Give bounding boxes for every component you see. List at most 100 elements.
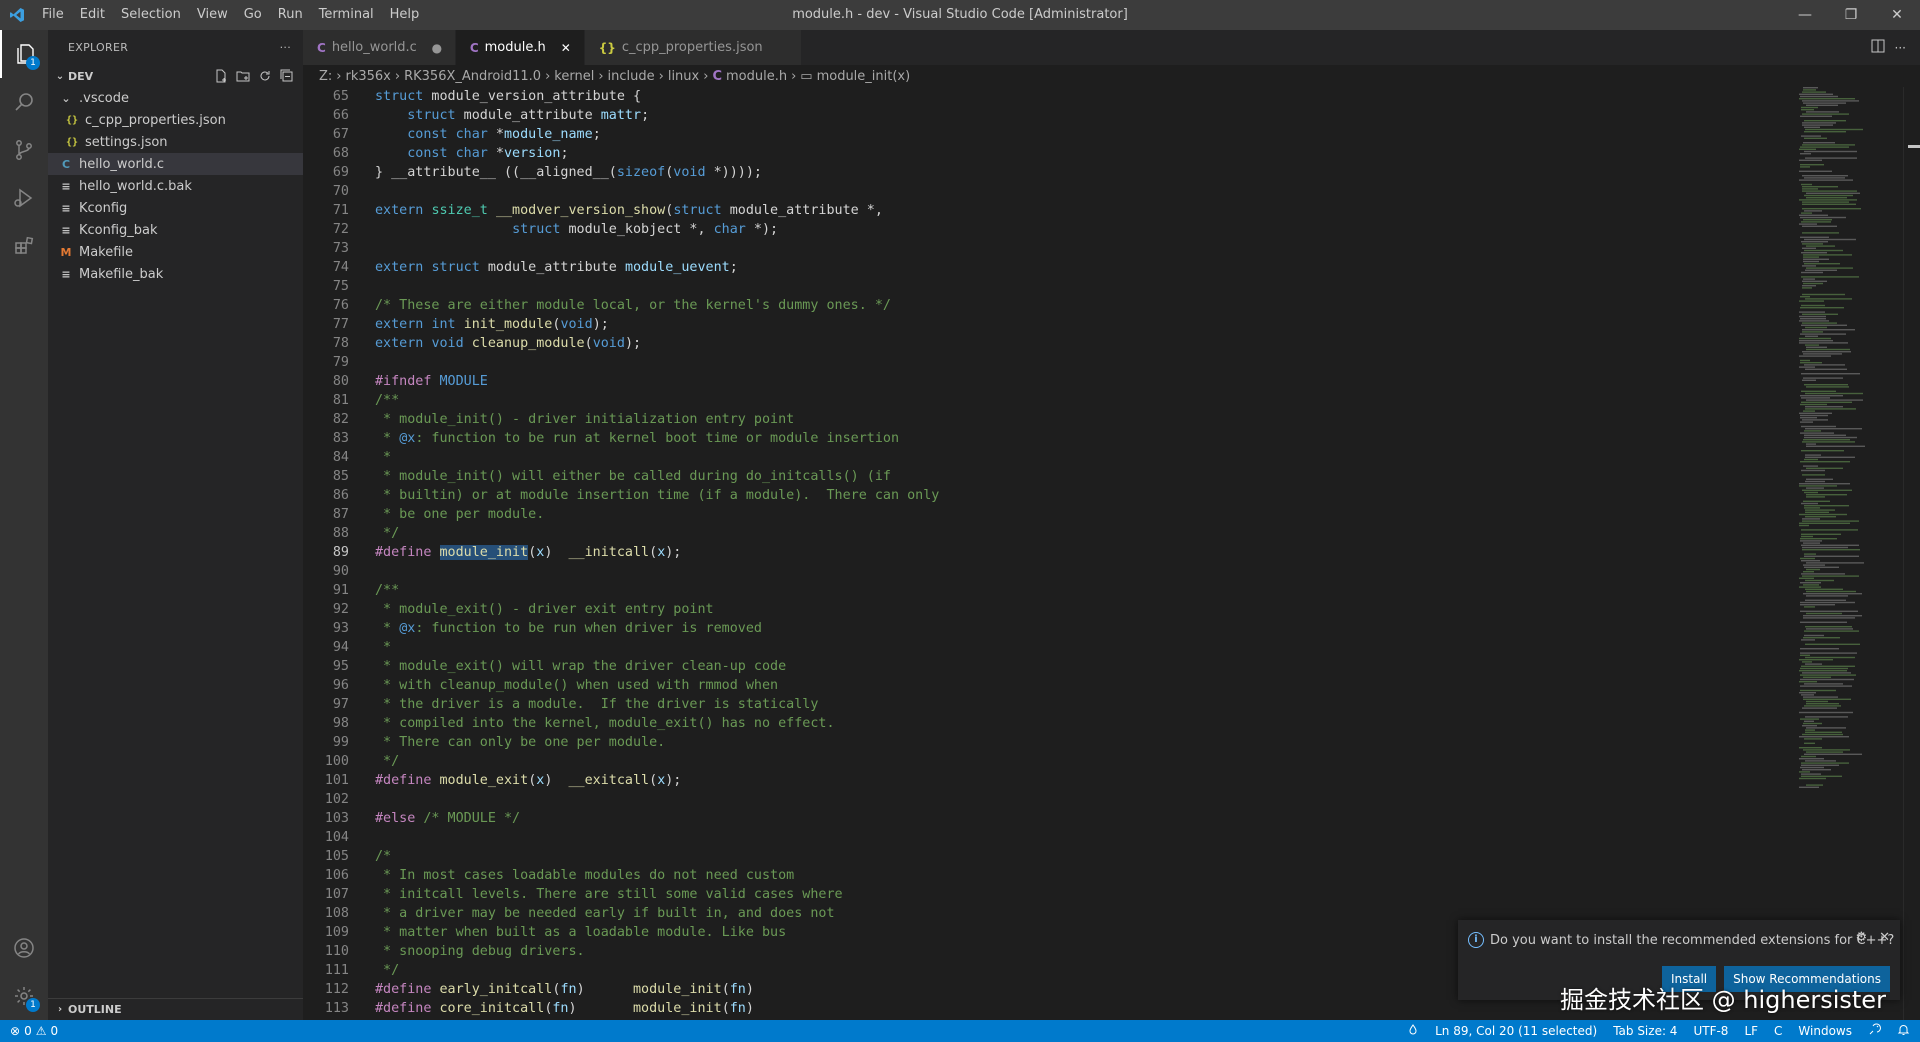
minimap-line [1804, 505, 1849, 507]
manage-gear-icon[interactable]: 1 [0, 972, 48, 1020]
code-token: ) [544, 773, 569, 788]
line-number: 89 [332, 545, 349, 560]
code-token: struct [375, 89, 424, 104]
minimap-line [1803, 564, 1825, 566]
feedback-icon[interactable] [1868, 1023, 1881, 1039]
close-window-button[interactable]: ✕ [1874, 0, 1920, 30]
line-number: 75 [332, 279, 349, 294]
extensions-icon[interactable] [0, 222, 48, 270]
menu-terminal[interactable]: Terminal [311, 0, 382, 30]
code-text: * @x: function to be run when driver is … [349, 621, 762, 636]
tab-size[interactable]: Tab Size: 4 [1613, 1024, 1677, 1038]
tree-item[interactable]: {} c_cpp_properties.json [48, 109, 303, 131]
account-icon[interactable] [0, 924, 48, 972]
minimap-line [1802, 280, 1827, 282]
tab-module-h[interactable]: Cmodule.h ✕ [455, 30, 585, 65]
breadcrumb-item[interactable]: include [608, 69, 655, 84]
code-token: init_module [463, 317, 553, 332]
restore-button[interactable]: ❐ [1828, 0, 1874, 30]
menu-go[interactable]: Go [236, 0, 270, 30]
new-file-icon[interactable] [213, 68, 229, 84]
code-token: early_initcall [439, 982, 553, 997]
platform[interactable]: Windows [1798, 1024, 1852, 1038]
minimap-line [1801, 373, 1860, 375]
problems-indicator[interactable]: ⊗ 0 ⚠ 0 [0, 1024, 58, 1038]
editor-scrollbar[interactable] [1903, 87, 1920, 1020]
code-line: 86 * builtin) or at module insertion tim… [303, 486, 1793, 505]
code-token: #ifndef [375, 374, 432, 389]
minimap-line [1801, 764, 1839, 766]
menu-help[interactable]: Help [382, 0, 428, 30]
code-editor[interactable]: 65 struct module_version_attribute {66 st… [303, 87, 1793, 1020]
minimap-line [1805, 626, 1852, 628]
notifications-bell-icon[interactable] [1897, 1023, 1910, 1039]
split-editor-icon[interactable] [1871, 39, 1885, 57]
minimap-line [1803, 254, 1852, 256]
run-debug-icon[interactable] [0, 174, 48, 222]
minimap-line [1802, 201, 1849, 203]
tab-c-cpp-properties-json[interactable]: {} c_cpp_properties.json [584, 30, 802, 65]
collapse-all-icon[interactable] [279, 68, 295, 84]
close-tab-icon[interactable]: ✕ [558, 41, 574, 55]
tree-item[interactable]: {} settings.json [48, 131, 303, 153]
tree-item[interactable]: ≡ Kconfig [48, 197, 303, 219]
minimap-line [1799, 485, 1837, 487]
minimap-line [1801, 469, 1825, 472]
tree-item[interactable]: ≡ Kconfig_bak [48, 219, 303, 241]
end-of-line[interactable]: LF [1744, 1024, 1758, 1038]
minimap-line [1801, 425, 1836, 428]
tab-label: hello_world.c [331, 40, 417, 55]
minimap-line [1800, 766, 1824, 769]
more-actions-button[interactable]: ··· [280, 41, 291, 54]
breadcrumb-item[interactable]: kernel [554, 69, 594, 84]
minimap-line [1799, 586, 1821, 588]
minimize-button[interactable]: — [1782, 0, 1828, 30]
menu-edit[interactable]: Edit [72, 0, 113, 30]
code-token: module_attribute [479, 260, 625, 275]
menu-view[interactable]: View [189, 0, 236, 30]
refresh-icon[interactable] [257, 68, 273, 84]
line-number: 68 [332, 146, 349, 161]
notification-close-icon[interactable]: ✕ [1879, 930, 1890, 945]
tree-item[interactable]: ⌄ .vscode [48, 87, 303, 109]
language-mode[interactable]: C [1774, 1024, 1782, 1038]
tab-hello-world-c[interactable]: Chello_world.c ● [303, 30, 456, 65]
encoding[interactable]: UTF-8 [1693, 1024, 1728, 1038]
minimap[interactable] [1793, 87, 1903, 1020]
tree-item[interactable]: Chello_world.c [48, 153, 303, 175]
tree-item[interactable]: M Makefile [48, 241, 303, 263]
search-icon[interactable] [0, 78, 48, 126]
breadcrumb-item[interactable]: Z: [319, 69, 332, 84]
line-number: 113 [324, 1001, 349, 1016]
unsaved-dot-icon[interactable]: ● [429, 41, 445, 55]
breadcrumb-item[interactable]: rk356x [346, 69, 391, 84]
minimap-line [1800, 115, 1832, 117]
minimap-line [1806, 494, 1847, 496]
line-number: 96 [332, 678, 349, 693]
menu-selection[interactable]: Selection [113, 0, 189, 30]
new-folder-icon[interactable] [235, 68, 251, 84]
code-line: 88 */ [303, 524, 1793, 543]
outline-section[interactable]: › OUTLINE [48, 998, 303, 1020]
menu-run[interactable]: Run [270, 0, 311, 30]
line-number: 83 [332, 431, 349, 446]
breadcrumb-item[interactable]: module_init(x) [817, 69, 911, 84]
breadcrumb-item[interactable]: linux [668, 69, 699, 84]
code-token: void [431, 336, 464, 351]
tree-item[interactable]: ≡ hello_world.c.bak [48, 175, 303, 197]
breadcrumb-item[interactable]: RK356X_Android11.0 [404, 69, 541, 84]
minimap-line [1800, 216, 1846, 219]
code-token: __initcall [568, 545, 650, 560]
notification-settings-gear-icon[interactable]: ⚙ [1855, 930, 1867, 945]
workspace-section[interactable]: ⌄ DEV [48, 65, 303, 87]
tree-item[interactable]: ≡ Makefile_bak [48, 263, 303, 285]
menu-file[interactable]: File [34, 0, 72, 30]
cursor-position[interactable]: Ln 89, Col 20 (11 selected) [1435, 1024, 1597, 1038]
line-number: 105 [324, 849, 349, 864]
breadcrumb-item[interactable]: module.h [726, 69, 787, 84]
minimap-line [1804, 137, 1827, 139]
live-share-icon[interactable] [1407, 1023, 1419, 1039]
explorer-icon[interactable]: 1 [0, 30, 48, 78]
source-control-icon[interactable] [0, 126, 48, 174]
editor-more-icon[interactable]: ··· [1895, 41, 1906, 55]
